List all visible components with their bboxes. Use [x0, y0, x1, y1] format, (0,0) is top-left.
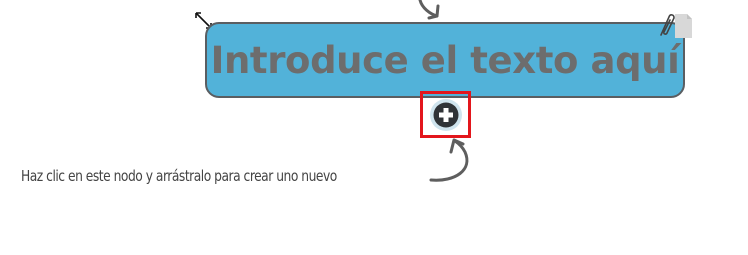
- hint-label: Haz clic en este nodo y arrástralo para …: [21, 167, 337, 185]
- node-text[interactable]: Introduce el texto aquí: [211, 39, 680, 82]
- paperclip-icon[interactable]: [653, 10, 693, 40]
- plus-circle-icon: [429, 98, 462, 131]
- hint-arrow-icon: [429, 138, 469, 182]
- mindmap-canvas: Introduce el texto aquí Haz clic en este…: [0, 0, 748, 255]
- mindmap-node[interactable]: Introduce el texto aquí: [205, 22, 685, 98]
- incoming-arrow-icon: [418, 0, 440, 20]
